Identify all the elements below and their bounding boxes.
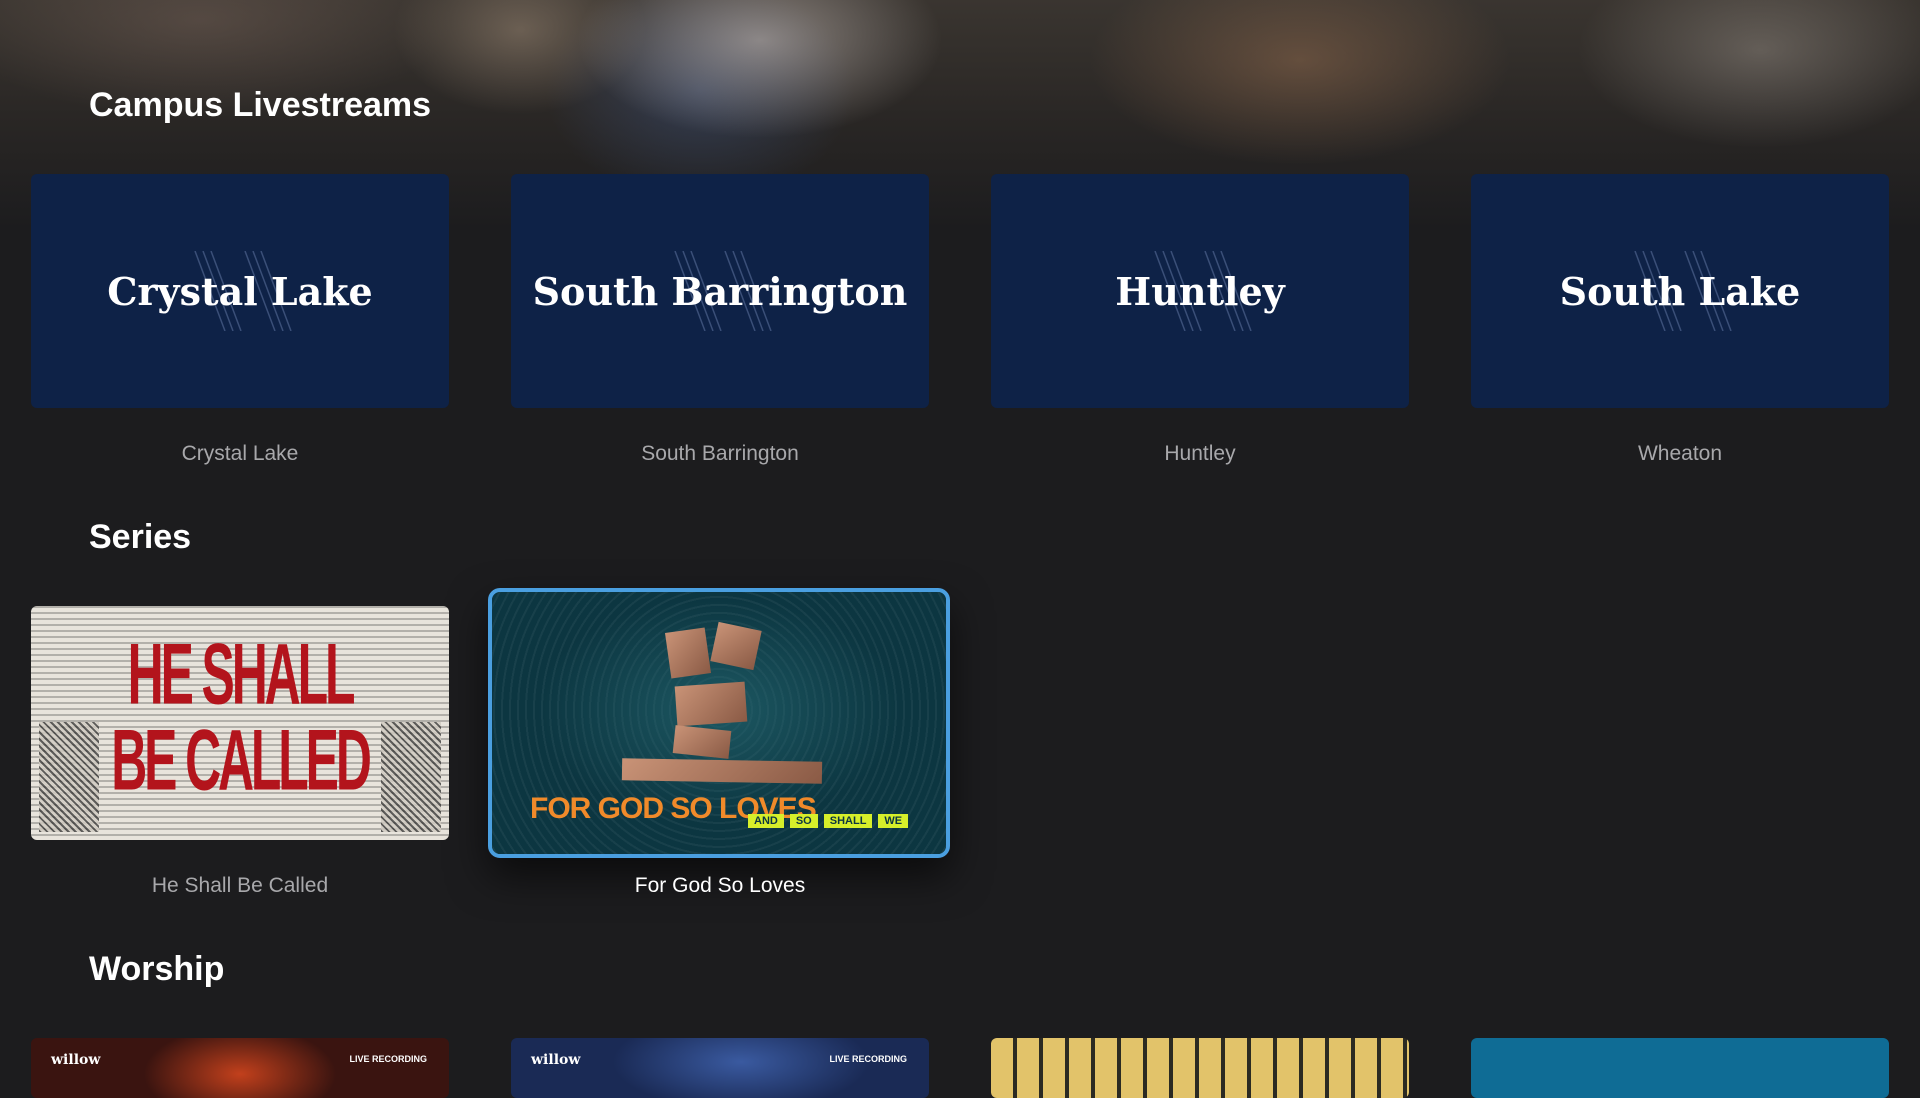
campus-tile-label: Huntley bbox=[1115, 268, 1285, 314]
series-art-tag: WE bbox=[878, 814, 909, 828]
series-art-fine-print bbox=[522, 622, 632, 630]
series-art-tags: AND SO SHALL WE bbox=[748, 814, 909, 828]
campus-tile-label: South Barrington bbox=[532, 268, 908, 314]
series-tile-he-shall-be-called[interactable]: HE SHALL BE CALLED bbox=[31, 606, 449, 840]
live-recording-badge: LIVE RECORDING bbox=[829, 1054, 907, 1064]
series-art-tag: SHALL bbox=[823, 814, 873, 828]
section-title-campus-livestreams: Campus Livestreams bbox=[89, 86, 432, 124]
section-title-series: Series bbox=[89, 518, 192, 556]
willow-logo: willow bbox=[51, 1052, 101, 1068]
section-title-worship: Worship bbox=[89, 950, 225, 988]
portrait-fragment bbox=[664, 627, 712, 679]
series-art-tag: SO bbox=[789, 814, 818, 828]
portrait-fragment bbox=[621, 758, 823, 784]
worship-tile-3[interactable] bbox=[991, 1038, 1409, 1098]
live-recording-badge: LIVE RECORDING bbox=[349, 1054, 427, 1064]
campus-tile-label: Crystal Lake bbox=[107, 268, 373, 314]
series-art-tag: AND bbox=[748, 814, 784, 828]
campus-caption-huntley: Huntley bbox=[1164, 442, 1236, 465]
campus-tile-label: South Lake bbox=[1559, 268, 1801, 314]
worship-tile-4[interactable] bbox=[1471, 1038, 1889, 1098]
campus-caption-crystal-lake: Crystal Lake bbox=[181, 442, 299, 465]
series-art-line: HE SHALL bbox=[127, 625, 356, 723]
campus-tile-huntley[interactable]: Huntley bbox=[991, 174, 1409, 408]
portrait-fragment bbox=[674, 681, 748, 727]
series-caption-he-shall-be-called: He Shall Be Called bbox=[151, 874, 329, 897]
series-caption-for-god-so-loves: For God So Loves bbox=[634, 874, 806, 897]
series-tile-for-god-so-loves[interactable]: FOR GOD SO LOVES AND SO SHALL WE bbox=[488, 588, 950, 858]
campus-caption-wheaton: Wheaton bbox=[1637, 442, 1723, 465]
worship-tile-2[interactable]: willow LIVE RECORDING bbox=[511, 1038, 929, 1098]
campus-tile-wheaton[interactable]: South Lake bbox=[1471, 174, 1889, 408]
campus-caption-south-barrington: South Barrington bbox=[641, 442, 799, 465]
portrait-fragment bbox=[672, 725, 732, 759]
series-art-line: BE CALLED bbox=[111, 711, 372, 809]
campus-tile-crystal-lake[interactable]: Crystal Lake bbox=[31, 174, 449, 408]
willow-logo: willow bbox=[531, 1052, 581, 1068]
worship-tile-1[interactable]: willow LIVE RECORDING bbox=[31, 1038, 449, 1098]
campus-tile-south-barrington[interactable]: South Barrington bbox=[511, 174, 929, 408]
